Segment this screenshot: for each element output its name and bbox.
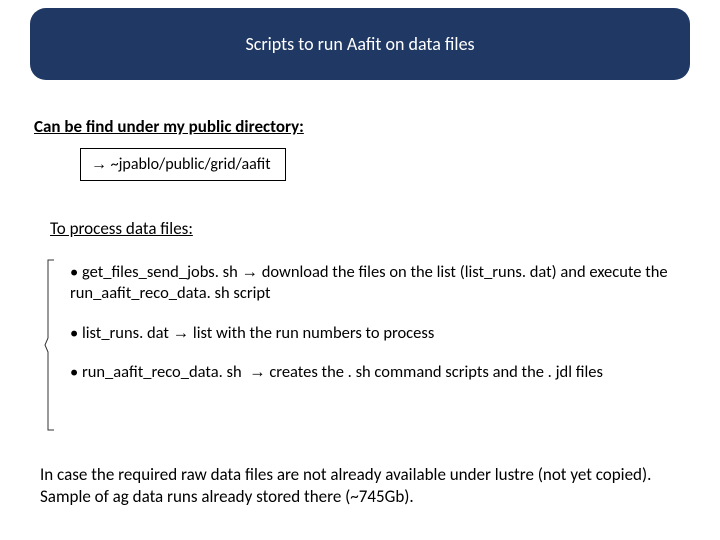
directory-heading: Can be find under my public directory: [34,116,304,137]
path-box: → ~jpablo/public/grid/aafit [80,148,286,181]
list-item: • list_runs. dat → list with the run num… [70,323,686,344]
script-list: • get_files_send_jobs. sh → download the… [70,262,686,402]
list-item: • run_aafit_reco_data. sh → creates the … [70,362,686,383]
bracket-icon [44,258,56,432]
arrow-icon: → [249,363,266,381]
path-text: ~jpablo/public/grid/aafit [111,155,271,174]
directory-heading-text: Can be find under my public directory: [34,116,304,137]
item-name: run_aafit_reco_data. sh [82,362,242,382]
footer-note: In case the required raw data files are … [40,464,696,508]
title-banner: Scripts to run Aafit on data files [30,8,690,80]
title-text: Scripts to run Aafit on data files [245,33,474,55]
section-heading-text: To process data files: [50,218,193,239]
arrow-icon: → [91,156,107,173]
item-name: get_files_send_jobs. sh [82,262,238,282]
section-heading: To process data files: [50,218,193,239]
item-desc: creates the . sh command scripts and the… [269,362,603,382]
item-name: list_runs. dat [82,323,169,343]
arrow-icon: → [173,324,190,342]
item-desc: list with the run numbers to process [193,323,434,343]
arrow-icon: → [242,263,259,281]
list-item: • get_files_send_jobs. sh → download the… [70,262,686,305]
footer-text: In case the required raw data files are … [40,464,651,507]
